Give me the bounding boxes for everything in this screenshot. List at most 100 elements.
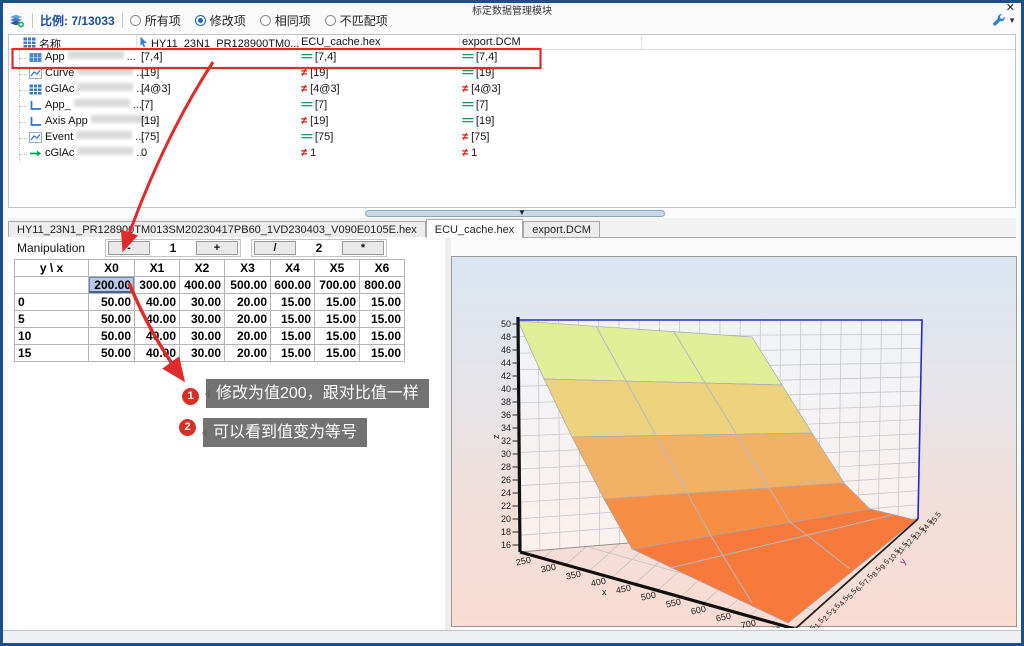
value-cell[interactable]: 40.00 [135, 311, 180, 328]
add-subtract-value[interactable]: 1 [150, 241, 196, 255]
value-cell[interactable]: 15.00 [271, 328, 315, 345]
filter-radio-3[interactable]: 不匹配项 [325, 12, 388, 29]
value-cell[interactable]: 15.00 [315, 328, 360, 345]
svg-text:26: 26 [501, 475, 511, 485]
tree-item-ecu-value: == [7] [301, 99, 327, 111]
tree-row[interactable]: App_...[7]== [7]== [7] [9, 98, 1015, 114]
value-cell[interactable]: 20.00 [225, 328, 271, 345]
tab-ecu-cache[interactable]: ECU_cache.hex [426, 219, 524, 238]
tree-item-ecu-value: ≠ [4@3] [301, 83, 340, 95]
y-label-cell[interactable]: 0 [15, 294, 89, 311]
tree-row[interactable]: cGlAc...0≠ 1≠ 1 [9, 146, 1015, 162]
value-cell[interactable]: 20.00 [225, 311, 271, 328]
subtract-button[interactable]: - [108, 241, 150, 255]
add-button[interactable]: + [196, 241, 238, 255]
tree-item-base-value: [7] [141, 99, 153, 111]
tree-branch [19, 66, 27, 75]
settings-button[interactable]: ▼ [992, 13, 1016, 27]
value-cell[interactable]: 50.00 [89, 328, 135, 345]
tab-export-dcm[interactable]: export.DCM [523, 221, 600, 237]
value-cell[interactable]: 15.00 [271, 311, 315, 328]
value-cell[interactable]: 40.00 [135, 345, 180, 362]
calibration-data-manager-window: 标定数据管理模块 ✕ 比例: 7/13033 所有项修改项相同项不匹配项 ▼ 名… [0, 0, 1024, 646]
wrench-icon [992, 13, 1006, 27]
layers-add-icon[interactable] [8, 13, 25, 28]
col-header-X0[interactable]: X0 [89, 260, 135, 277]
tree-branch [19, 82, 27, 91]
tree-column-header-2[interactable]: ECU_cache.hex [301, 36, 381, 48]
x-value-cell[interactable]: 800.00 [360, 277, 405, 294]
col-header-X2[interactable]: X2 [180, 260, 225, 277]
y-label-cell[interactable]: 5 [15, 311, 89, 328]
multiply-divide-value[interactable]: 2 [296, 241, 342, 255]
filter-radio-2[interactable]: 相同项 [260, 12, 311, 29]
tab-hex-file[interactable]: HY11_23N1_PR128900TM013SM20230417PB60_1V… [8, 221, 426, 237]
table-panel: Manipulation - 1 + / 2 * y \ xX0X1X2X3X4… [8, 237, 445, 630]
surface-map-icon [29, 52, 42, 66]
svg-text:750: 750 [765, 625, 782, 628]
filter-radio-0[interactable]: 所有项 [130, 12, 181, 29]
col-header-X4[interactable]: X4 [271, 260, 315, 277]
value-cell[interactable]: 15.00 [360, 345, 405, 362]
value-cell[interactable]: 15.00 [360, 311, 405, 328]
value-cell[interactable]: 15.00 [315, 311, 360, 328]
value-cell[interactable]: 15.00 [360, 294, 405, 311]
value-cell[interactable]: 40.00 [135, 328, 180, 345]
tree-item-name: App_... [45, 99, 142, 111]
redacted-text [91, 115, 147, 123]
x-value-cell[interactable]: 700.00 [315, 277, 360, 294]
column-separator[interactable] [641, 35, 642, 49]
x-value-cell[interactable]: 500.00 [225, 277, 271, 294]
col-header-X5[interactable]: X5 [315, 260, 360, 277]
value-cell[interactable]: 30.00 [180, 294, 225, 311]
tree-row[interactable]: cGlAc...[4@3]≠ [4@3]≠ [4@3] [9, 82, 1015, 98]
value-cell[interactable]: 50.00 [89, 311, 135, 328]
value-cell[interactable]: 20.00 [225, 345, 271, 362]
x-value-cell[interactable]: 600.00 [271, 277, 315, 294]
value-cell[interactable]: 15.00 [315, 294, 360, 311]
column-separator[interactable] [136, 35, 137, 49]
tree-item-ecu-value: ≠ [19] [301, 67, 328, 79]
value-cell[interactable]: 15.00 [271, 345, 315, 362]
tree-item-base-value: [7,4] [141, 51, 162, 63]
tree-item-ecu-value: == [75] [301, 131, 333, 143]
x-value-cell[interactable]: 400.00 [180, 277, 225, 294]
value-cell[interactable]: 15.00 [271, 294, 315, 311]
col-header-X1[interactable]: X1 [135, 260, 180, 277]
svg-text:300: 300 [540, 562, 557, 575]
value-cell[interactable]: 30.00 [180, 328, 225, 345]
toolbar: 比例: 7/13033 所有项修改项相同项不匹配项 [8, 9, 402, 31]
value-cell[interactable]: 30.00 [180, 311, 225, 328]
tree-item-dcm-value: == [7,4] [462, 51, 497, 63]
tree-branch [19, 146, 27, 155]
y-label-cell[interactable]: 10 [15, 328, 89, 345]
x-value-cell-selected[interactable]: 200.00 [89, 277, 135, 294]
tree-row[interactable]: Axis App...[19]≠ [19]== [19] [9, 114, 1015, 130]
divide-button[interactable]: / [254, 241, 296, 255]
multiply-button[interactable]: * [342, 241, 384, 255]
filter-radio-label: 所有项 [145, 12, 181, 29]
tree-column-header-1[interactable]: HY11_23N1_PR128900TM0... [139, 36, 299, 51]
value-cell[interactable]: 30.00 [180, 345, 225, 362]
tree-row[interactable]: Event...[75]== [75]≠ [75] [9, 130, 1015, 146]
column-separator[interactable] [459, 35, 460, 49]
tree-row[interactable]: Curve...[19]≠ [19]== [19] [9, 66, 1015, 82]
value-cell[interactable]: 20.00 [225, 294, 271, 311]
redacted-text [77, 147, 133, 155]
tree-row[interactable]: App...[7,4]== [7,4]== [7,4] [9, 50, 1015, 66]
col-header-X3[interactable]: X3 [225, 260, 271, 277]
scrollbar-thumb[interactable] [365, 210, 665, 217]
filter-radio-1[interactable]: 修改项 [195, 12, 246, 29]
value-cell[interactable]: 15.00 [360, 328, 405, 345]
y-label-cell[interactable]: 15 [15, 345, 89, 362]
surface-plot[interactable]: 504846444240383634323028262422201816z250… [451, 256, 1017, 627]
tree-item-name: Event... [45, 131, 144, 143]
value-cell[interactable]: 40.00 [135, 294, 180, 311]
value-cell[interactable]: 50.00 [89, 345, 135, 362]
value-cell[interactable]: 15.00 [315, 345, 360, 362]
col-header-X6[interactable]: X6 [360, 260, 405, 277]
tree-item-dcm-value: == [19] [462, 67, 494, 79]
tree-column-header-3[interactable]: export.DCM [462, 36, 521, 48]
x-value-cell[interactable]: 300.00 [135, 277, 180, 294]
value-cell[interactable]: 50.00 [89, 294, 135, 311]
